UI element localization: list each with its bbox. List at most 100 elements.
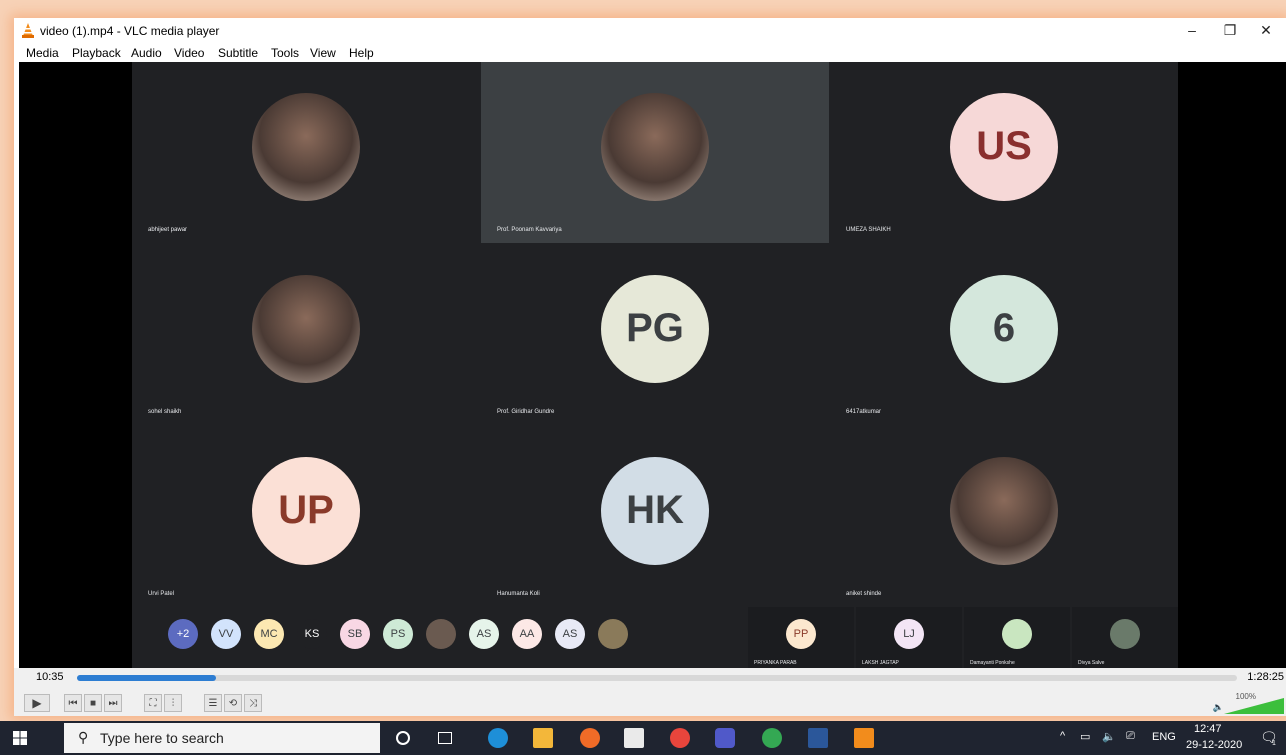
volume-slider[interactable] — [1224, 698, 1284, 714]
word-icon[interactable] — [808, 728, 828, 748]
menu-help[interactable]: Help — [349, 46, 374, 60]
teams-icon[interactable] — [715, 728, 735, 748]
strip-participant-name: PRIYANKA PARAB — [754, 660, 797, 666]
elapsed-time: 10:35 — [36, 671, 64, 683]
next-button[interactable]: ⏭ — [104, 694, 122, 712]
battery-icon[interactable]: ▭ — [1080, 730, 1090, 743]
speaker-icon[interactable]: 🔈 — [1213, 702, 1224, 713]
vlc-window: video (1).mp4 - VLC media player – ❐ ✕ M… — [14, 18, 1286, 716]
extended-settings-button[interactable]: ⫶ — [164, 694, 182, 712]
menu-playback[interactable]: Playback — [72, 46, 121, 60]
clock-time[interactable]: 12:47 — [1194, 723, 1222, 735]
mini-participant-avatar[interactable] — [598, 619, 628, 649]
language-indicator[interactable]: ENG — [1152, 731, 1176, 743]
file-explorer-icon[interactable] — [533, 728, 553, 748]
participant-initials: US — [950, 92, 1058, 201]
shuffle-button[interactable]: ⤨ — [244, 694, 262, 712]
menu-audio[interactable]: Audio — [131, 46, 162, 60]
participant-name: abhijeet pawar — [148, 227, 188, 233]
total-time: 1:28:25 — [1247, 671, 1284, 683]
notification-count: 1 — [1272, 740, 1276, 747]
participant-tile[interactable]: UP Urvi Patel — [132, 426, 480, 607]
previous-button[interactable]: ⏮ — [64, 694, 82, 712]
mini-participant-avatar[interactable] — [426, 619, 456, 649]
mini-participant-avatar[interactable]: +2 — [168, 619, 198, 649]
playlist-button[interactable]: ☰ — [204, 694, 222, 712]
task-view-icon[interactable] — [438, 732, 452, 744]
participant-name: Hanumanta Koli — [497, 591, 540, 597]
minimize-button[interactable]: – — [1172, 20, 1212, 40]
menu-video[interactable]: Video — [174, 46, 204, 60]
mini-participant-avatar[interactable]: AS — [555, 619, 585, 649]
strip-participant-tile[interactable]: Damayanti Ponkshe — [964, 607, 1070, 668]
strip-participant-avatar — [1110, 619, 1140, 649]
edge-browser-icon[interactable] — [488, 728, 508, 748]
seek-progress — [77, 675, 217, 681]
participant-tile[interactable]: US UMEZA SHAIKH — [830, 62, 1178, 243]
seek-bar[interactable] — [77, 675, 1237, 681]
tray-chevron-icon[interactable]: ^ — [1060, 730, 1065, 742]
video-canvas[interactable]: abhijeet pawar Prof. Poonam Kavvariya US UM… — [19, 62, 1286, 668]
loop-button[interactable]: ⟲ — [224, 694, 242, 712]
strip-participant-avatar: LJ — [894, 619, 924, 649]
fullscreen-button[interactable]: ⛶ — [144, 694, 162, 712]
stop-button[interactable]: ■ — [84, 694, 102, 712]
vlc-taskbar-icon[interactable] — [854, 728, 874, 748]
mini-participant-avatar[interactable]: MC — [254, 619, 284, 649]
clock-date[interactable]: 29-12-2020 — [1186, 739, 1242, 751]
close-button[interactable]: ✕ — [1246, 20, 1286, 40]
menu-bar: Media Playback Audio Video Subtitle Tool… — [14, 44, 1286, 62]
participant-photo — [601, 92, 709, 201]
search-placeholder: Type here to search — [100, 730, 224, 746]
volume-tray-icon[interactable]: 🔈 — [1102, 730, 1116, 743]
mini-participant-avatar[interactable]: VV — [211, 619, 241, 649]
participant-name: sohel shaikh — [148, 409, 182, 415]
participant-tile[interactable]: sohel shaikh — [132, 244, 480, 425]
mini-participant-avatar[interactable]: PS — [383, 619, 413, 649]
restore-button[interactable]: ❐ — [1210, 20, 1250, 40]
menu-tools[interactable]: Tools — [271, 46, 299, 60]
title-bar: video (1).mp4 - VLC media player – ❐ ✕ — [14, 18, 1286, 44]
participant-name: 6417atkumar — [846, 409, 882, 415]
player-controls: 10:35 1:28:25 ▶ ⏮ ■ ⏭ ⛶ ⫶ ☰ ⟲ ⤨ 🔈 100% — [14, 668, 1286, 716]
participant-initials: HK — [601, 456, 709, 565]
participant-initials: PG — [601, 274, 709, 383]
participant-tile[interactable]: Prof. Poonam Kavvariya — [481, 62, 829, 243]
strip-participant-name: Damayanti Ponkshe — [970, 660, 1015, 666]
network-icon[interactable]: ⎚ — [1126, 730, 1135, 743]
menu-media[interactable]: Media — [26, 46, 59, 60]
windows-logo-icon — [13, 731, 27, 745]
participant-tile[interactable]: PG Prof. Giridhar Gundre — [481, 244, 829, 425]
participant-name: aniket shinde — [846, 591, 882, 597]
mini-participant-avatar[interactable]: SB — [340, 619, 370, 649]
menu-subtitle[interactable]: Subtitle — [218, 46, 258, 60]
taskbar-search[interactable]: ⚲ Type here to search — [64, 723, 380, 753]
chrome-icon-2[interactable] — [762, 728, 782, 748]
system-tray: ^ ▭ 🔈 ⎚ ENG 12:47 29-12-2020 🗨 1 — [1046, 721, 1286, 755]
participant-tile[interactable]: HK Hanumanta Koli — [481, 426, 829, 607]
participant-initials: UP — [252, 456, 360, 565]
mini-participant-avatar[interactable]: AS — [469, 619, 499, 649]
window-title: video (1).mp4 - VLC media player — [40, 24, 220, 38]
strip-participant-tile[interactable]: LJ LAKSH JAGTAP — [856, 607, 962, 668]
play-button[interactable]: ▶ — [24, 694, 50, 712]
menu-view[interactable]: View — [310, 46, 336, 60]
participant-tile[interactable]: abhijeet pawar — [132, 62, 480, 243]
strip-participant-tile[interactable]: Divya Salve — [1072, 607, 1178, 668]
participant-initials: 6 — [950, 274, 1058, 383]
mini-participant-avatar[interactable]: AA — [512, 619, 542, 649]
chrome-icon[interactable] — [670, 728, 690, 748]
windows-taskbar: ⚲ Type here to search ^ ▭ 🔈 ⎚ ENG 12:47 … — [0, 721, 1286, 755]
app-icon[interactable] — [624, 728, 644, 748]
search-icon: ⚲ — [78, 729, 89, 745]
strip-participant-avatar — [1002, 619, 1032, 649]
mini-participant-avatar[interactable]: KS — [297, 619, 327, 649]
start-button[interactable] — [0, 721, 40, 755]
firefox-icon[interactable] — [580, 728, 600, 748]
cortana-icon[interactable] — [396, 731, 410, 745]
participant-name: Prof. Giridhar Gundre — [497, 409, 555, 415]
participant-tile[interactable]: aniket shinde — [830, 426, 1178, 607]
strip-participant-tile[interactable]: PP PRIYANKA PARAB — [748, 607, 854, 668]
participant-tile[interactable]: 6 6417atkumar — [830, 244, 1178, 425]
vlc-cone-icon — [22, 23, 34, 38]
